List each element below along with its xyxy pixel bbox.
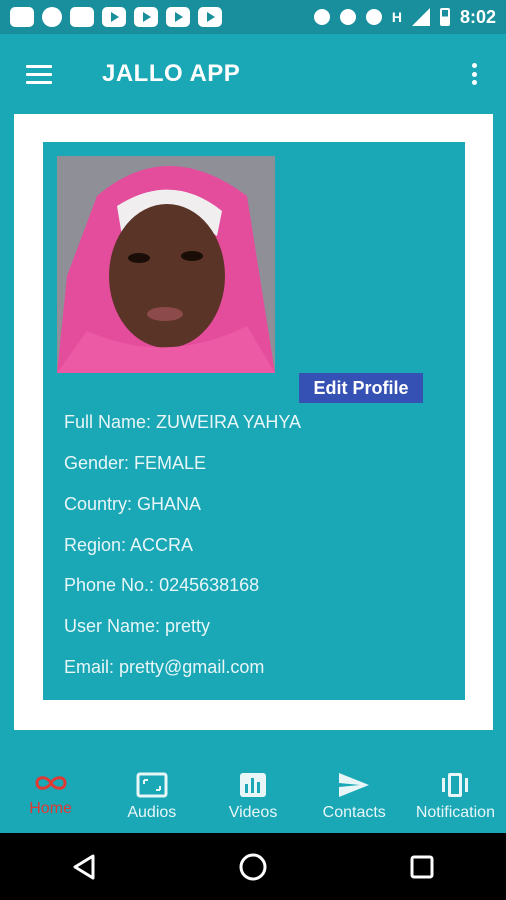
app-title: JALLO APP: [102, 60, 241, 87]
battery-icon: [439, 8, 450, 26]
video-icon: [102, 7, 126, 27]
system-navigation-bar: [0, 833, 506, 900]
soccer-icon: [42, 7, 62, 27]
message-icon: [10, 7, 34, 27]
home-button[interactable]: [223, 837, 283, 897]
recents-square-icon: [410, 855, 434, 878]
nav-label-home: Home: [29, 800, 72, 817]
nav-item-videos[interactable]: Videos: [202, 760, 303, 832]
phone-text: Phone No.: 0245638168: [64, 575, 260, 595]
infinity-icon: [35, 776, 67, 790]
signal-icon: [411, 8, 430, 26]
clock: 8:02: [459, 6, 496, 27]
youtube-icon: [134, 7, 158, 27]
bottom-navigation: Home Audios Videos Contacts Notification: [0, 760, 506, 832]
recents-button[interactable]: [392, 837, 452, 897]
nav-item-home[interactable]: Home: [0, 760, 101, 832]
gender-text: Gender: FEMALE: [64, 453, 207, 473]
image-icon: [70, 7, 94, 27]
username-text: User Name: pretty: [64, 616, 211, 636]
hamburger-menu-icon[interactable]: [12, 46, 68, 102]
country-text: Country: GHANA: [64, 494, 202, 514]
youtube-icon: [166, 7, 190, 27]
do-not-disturb-icon: [339, 9, 356, 25]
status-bar: H 8:02: [0, 0, 506, 34]
nav-item-contacts[interactable]: Contacts: [304, 760, 405, 832]
app-bar: JALLO APP: [0, 34, 506, 114]
back-triangle-icon: [73, 854, 95, 879]
nav-item-audios[interactable]: Audios: [101, 760, 202, 832]
profile-photo: [57, 156, 275, 373]
full-name-text: Full Name: ZUWEIRA YAHYA: [64, 412, 302, 432]
vibrate-icon: [442, 773, 469, 797]
region-text: Region: ACCRA: [64, 535, 194, 555]
network-type: H: [391, 9, 402, 25]
youtube-icon: [198, 7, 222, 27]
send-icon: [339, 773, 370, 797]
home-circle-icon: [239, 853, 267, 880]
more-options-icon[interactable]: [464, 59, 484, 89]
nav-label-audios: Audios: [127, 804, 177, 821]
back-button[interactable]: [54, 837, 114, 897]
audio-frame-icon: [136, 772, 168, 798]
hotspot-icon: [313, 9, 330, 25]
nav-label-contacts: Contacts: [322, 804, 386, 821]
bar-chart-icon: [240, 773, 266, 797]
nav-label-notification: Notification: [415, 804, 495, 821]
edit-profile-button[interactable]: Edit Profile: [299, 373, 423, 403]
notification-icons: [10, 7, 222, 27]
nav-item-notification[interactable]: Notification: [405, 760, 506, 832]
nav-label-videos: Videos: [228, 804, 278, 821]
alarm-icon: [365, 9, 382, 25]
email-text: Email: pretty@gmail.com: [64, 657, 265, 677]
